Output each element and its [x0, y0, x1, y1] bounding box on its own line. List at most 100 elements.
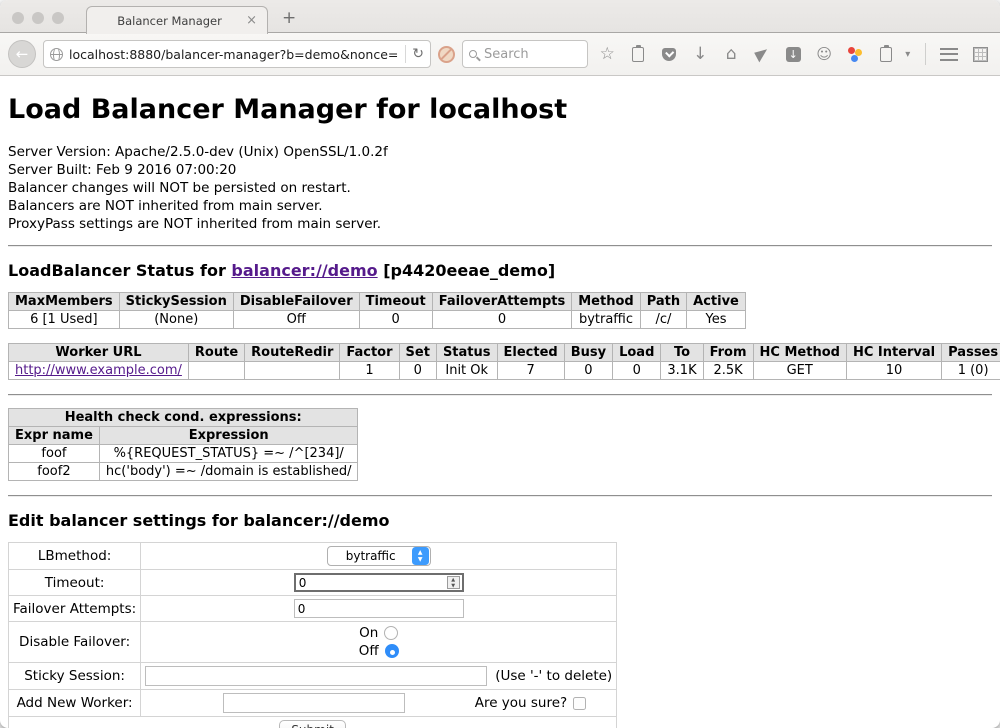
- url-bar[interactable]: localhost:8880/balancer-manager?b=demo&n…: [43, 40, 431, 68]
- column-header: Route: [188, 344, 244, 362]
- server-built-line: Server Built: Feb 9 2016 07:00:20: [8, 161, 992, 179]
- home-icon[interactable]: ⌂: [719, 40, 743, 68]
- server-version-line: Server Version: Apache/2.5.0-dev (Unix) …: [8, 143, 992, 161]
- color-dots-icon[interactable]: [843, 40, 867, 68]
- column-header: Set: [399, 344, 436, 362]
- column-header: Expression: [99, 427, 358, 445]
- notice-line: Balancer changes will NOT be persisted o…: [8, 179, 992, 197]
- select-stepper-icon: ▲▼: [412, 547, 429, 565]
- tab-close-icon[interactable]: ×: [244, 13, 259, 28]
- url-text[interactable]: localhost:8880/balancer-manager?b=demo&n…: [69, 47, 399, 62]
- edit-balancer-heading: Edit balancer settings for balancer://de…: [8, 511, 992, 530]
- pocket-glyph: [662, 48, 676, 61]
- new-tab-button[interactable]: +: [282, 8, 296, 28]
- form-row-timeout: Timeout: ▲▼: [9, 570, 617, 596]
- send-plane-icon[interactable]: [750, 40, 774, 68]
- submit-button[interactable]: Submit: [279, 720, 346, 728]
- chevron-down-icon[interactable]: ▾: [905, 49, 914, 60]
- save-box-icon[interactable]: ↓: [781, 40, 805, 68]
- radio-off-button[interactable]: [385, 644, 399, 658]
- timeout-input[interactable]: [294, 573, 464, 592]
- grid-panel-icon[interactable]: [968, 40, 992, 68]
- downloads-icon[interactable]: ↓: [688, 40, 712, 68]
- column-header: StickySession: [119, 293, 233, 311]
- notice-line: ProxyPass settings are NOT inherited fro…: [8, 215, 992, 233]
- pocket-icon[interactable]: [657, 40, 681, 68]
- column-header: Status: [436, 344, 497, 362]
- cell-factor: 1: [340, 362, 399, 380]
- edit-balancer-form: LBmethod: bytraffic ▲▼ Timeout: ▲▼: [8, 542, 617, 728]
- number-spinner-icon[interactable]: ▲▼: [447, 576, 460, 589]
- search-bar[interactable]: [462, 40, 588, 68]
- smiley-icon[interactable]: ☺: [812, 40, 836, 68]
- radio-on-button[interactable]: [384, 626, 398, 640]
- cell-passes: 1 (0): [942, 362, 1000, 380]
- cell-expr-name: foof2: [9, 463, 100, 481]
- add-worker-label: Add New Worker:: [9, 690, 141, 717]
- section-divider: [8, 245, 992, 247]
- balancer-status-table: MaxMembers StickySession DisableFailover…: [8, 292, 746, 329]
- zoom-window-button[interactable]: [52, 12, 64, 24]
- failover-attempts-label: Failover Attempts:: [9, 596, 141, 622]
- cell-set: 0: [399, 362, 436, 380]
- plane-glyph: [754, 46, 771, 62]
- lbmethod-select[interactable]: bytraffic ▲▼: [327, 546, 431, 566]
- column-header: Worker URL: [9, 344, 189, 362]
- cell-stickysession: (None): [119, 311, 233, 329]
- grid-glyph: [973, 47, 988, 62]
- column-header: Timeout: [359, 293, 432, 311]
- timeout-label: Timeout:: [9, 570, 141, 596]
- cell-hc-method: GET: [753, 362, 846, 380]
- cell-from: 2.5K: [703, 362, 753, 380]
- table-header-row: Expr name Expression: [9, 427, 358, 445]
- column-header: HC Interval: [846, 344, 941, 362]
- section-divider: [8, 495, 992, 497]
- status-heading-suffix: [p4420eeae_demo]: [378, 261, 556, 280]
- cell-elected: 7: [497, 362, 564, 380]
- tab-balancer-manager[interactable]: Balancer Manager ×: [86, 6, 268, 34]
- cell-path: /c/: [640, 311, 686, 329]
- cell-maxmembers: 6 [1 Used]: [9, 311, 120, 329]
- search-input[interactable]: [482, 46, 581, 63]
- form-row-lbmethod: LBmethod: bytraffic ▲▼: [9, 543, 617, 570]
- balancer-demo-link[interactable]: balancer://demo: [231, 261, 377, 280]
- notice-line: Balancers are NOT inherited from main se…: [8, 197, 992, 215]
- add-worker-input[interactable]: [223, 693, 405, 713]
- column-header: Busy: [564, 344, 612, 362]
- column-header: Method: [572, 293, 640, 311]
- color-dots-glyph: [847, 46, 863, 62]
- reload-icon[interactable]: ↻: [412, 46, 424, 62]
- lbmethod-label: LBmethod:: [9, 543, 141, 570]
- page-title: Load Balancer Manager for localhost: [8, 94, 992, 125]
- cell-status: Init Ok: [436, 362, 497, 380]
- sticky-session-input[interactable]: [145, 666, 487, 686]
- sticky-session-note: (Use '-' to delete): [495, 668, 612, 684]
- worker-url-link[interactable]: http://www.example.com/: [15, 363, 182, 378]
- minimize-window-button[interactable]: [32, 12, 44, 24]
- notes-clipboard-icon[interactable]: [874, 40, 898, 68]
- content-blocked-icon[interactable]: [438, 46, 455, 63]
- are-you-sure-checkbox[interactable]: [573, 697, 586, 710]
- column-header: FailoverAttempts: [432, 293, 572, 311]
- menu-icon[interactable]: [937, 40, 961, 68]
- table-row: 6 [1 Used] (None) Off 0 0 bytraffic /c/ …: [9, 311, 746, 329]
- section-divider: [8, 394, 992, 396]
- failover-attempts-input[interactable]: [294, 599, 464, 618]
- cell-hc-interval: 10: [846, 362, 941, 380]
- health-check-table: Health check cond. expressions: Expr nam…: [8, 408, 358, 481]
- site-identity-globe-icon[interactable]: [50, 48, 63, 61]
- form-row-disable-failover: Disable Failover: On Off: [9, 622, 617, 663]
- radio-on-label: On: [359, 625, 378, 641]
- toolbar-divider: [925, 43, 926, 65]
- clipboard-icon[interactable]: [626, 40, 650, 68]
- close-window-button[interactable]: [12, 12, 24, 24]
- cell-routeredir: [245, 362, 340, 380]
- column-header: RouteRedir: [245, 344, 340, 362]
- search-icon: [469, 50, 477, 58]
- column-header: DisableFailover: [233, 293, 359, 311]
- cell-to: 3.1K: [661, 362, 703, 380]
- back-button[interactable]: ←: [8, 40, 36, 68]
- cell-method: bytraffic: [572, 311, 640, 329]
- bookmark-star-icon[interactable]: ☆: [595, 40, 619, 68]
- table-caption-row: Health check cond. expressions:: [9, 409, 358, 427]
